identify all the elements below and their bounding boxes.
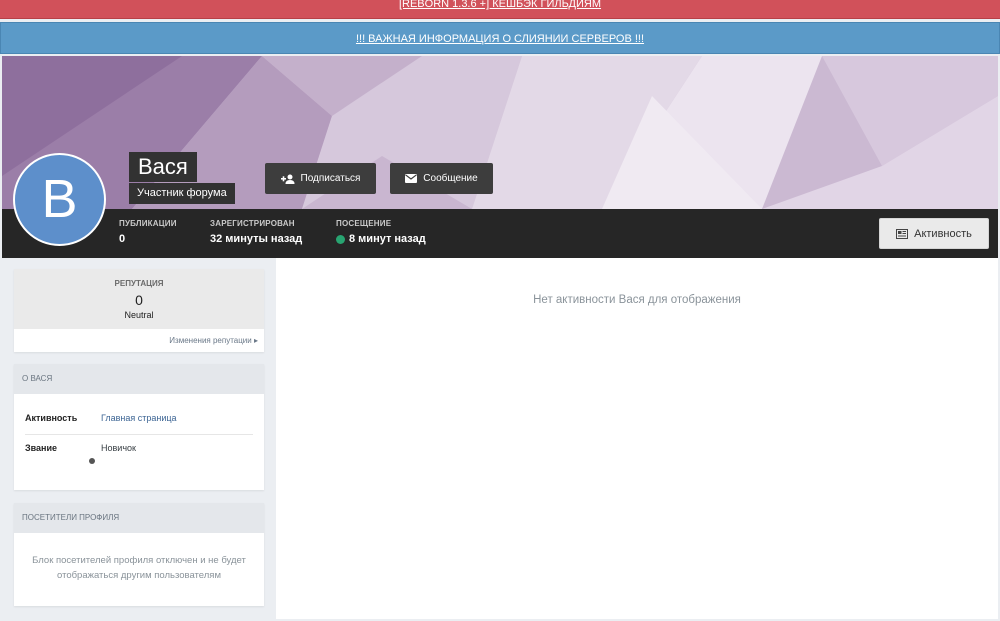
announcement-link-second[interactable]: !!! ВАЖНАЯ ИНФОРМАЦИЯ О СЛИЯНИИ СЕРВЕРОВ… — [356, 33, 644, 45]
reputation-panel: РЕПУТАЦИЯ 0 Neutral Изменения репутации … — [14, 269, 264, 352]
reputation-label: РЕПУТАЦИЯ — [114, 279, 164, 288]
activity-feed: Нет активности Вася для отображения — [276, 258, 998, 619]
stat-label: ПОСЕЩЕНИЕ — [336, 219, 392, 228]
reputation-changes-link[interactable]: Изменения репутации ▸ — [14, 329, 264, 345]
follow-label: Подписаться — [300, 173, 361, 184]
about-row-key: Звание — [25, 443, 58, 453]
about-title: О ВАСЯ — [14, 364, 264, 394]
follow-button[interactable]: Подписаться — [265, 163, 376, 194]
newspaper-icon — [896, 228, 909, 239]
activity-label: Активность — [914, 227, 972, 240]
announcement-banner-second: !!! ВАЖНАЯ ИНФОРМАЦИЯ О СЛИЯНИИ СЕРВЕРОВ… — [0, 22, 1000, 54]
about-row-key: Активность — [25, 413, 78, 423]
visitors-title: ПОСЕТИТЕЛИ ПРОФИЛЯ — [14, 503, 264, 533]
profile-sidebar: РЕПУТАЦИЯ 0 Neutral Изменения репутации … — [2, 258, 274, 620]
message-label: Сообщение — [423, 173, 478, 184]
member-group: Участник форума — [129, 183, 235, 204]
online-status-icon — [336, 234, 345, 244]
about-row-value: Новичок — [101, 443, 136, 453]
profile-visitors-panel: ПОСЕТИТЕЛИ ПРОФИЛЯ Блок посетителей проф… — [14, 503, 264, 606]
activity-button[interactable]: Активность — [879, 218, 989, 249]
announcement-link-top[interactable]: [REBORN 1.3.6 +] КЕШБЭК ГИЛЬДИЯМ — [399, 0, 601, 10]
empty-activity-message: Нет активности Вася для отображения — [533, 294, 741, 306]
reputation-word: Neutral — [124, 310, 154, 320]
stat-label: ЗАРЕГИСТРИРОВАН — [210, 219, 295, 228]
reputation-value: 0 — [135, 292, 143, 308]
visitors-disabled-text: Блок посетителей профиля отключен и не б… — [32, 555, 246, 581]
envelope-icon — [405, 174, 418, 183]
add-user-icon — [280, 174, 295, 184]
reputation-changes-label: Изменения репутации — [169, 336, 252, 345]
divider — [25, 434, 253, 435]
stat-label: ПУБЛИКАЦИИ — [119, 219, 177, 228]
about-row-value-link[interactable]: Главная страница — [101, 413, 177, 423]
stat-value: 8 минут назад — [349, 233, 426, 245]
caret-right-icon: ▸ — [253, 336, 258, 345]
stat-joined: ЗАРЕГИСТРИРОВАН 32 минуты назад — [210, 219, 302, 245]
stat-value: 0 — [119, 233, 126, 245]
avatar[interactable]: B — [13, 153, 106, 246]
rank-pip-icon — [89, 458, 95, 464]
profile-name: Вася — [129, 152, 197, 182]
message-button[interactable]: Сообщение — [390, 163, 493, 194]
announcement-banner-top: [REBORN 1.3.6 +] КЕШБЭК ГИЛЬДИЯМ — [0, 0, 1000, 19]
stat-posts: ПУБЛИКАЦИИ 0 — [119, 219, 177, 245]
profile-stats-bar: ПУБЛИКАЦИИ 0 ЗАРЕГИСТРИРОВАН 32 минуты н… — [2, 209, 998, 258]
stat-last-visit: ПОСЕЩЕНИЕ 8 минут назад — [336, 219, 426, 245]
about-panel: О ВАСЯ Активность Главная страница Звани… — [14, 364, 264, 490]
stat-value: 32 минуты назад — [210, 233, 303, 245]
